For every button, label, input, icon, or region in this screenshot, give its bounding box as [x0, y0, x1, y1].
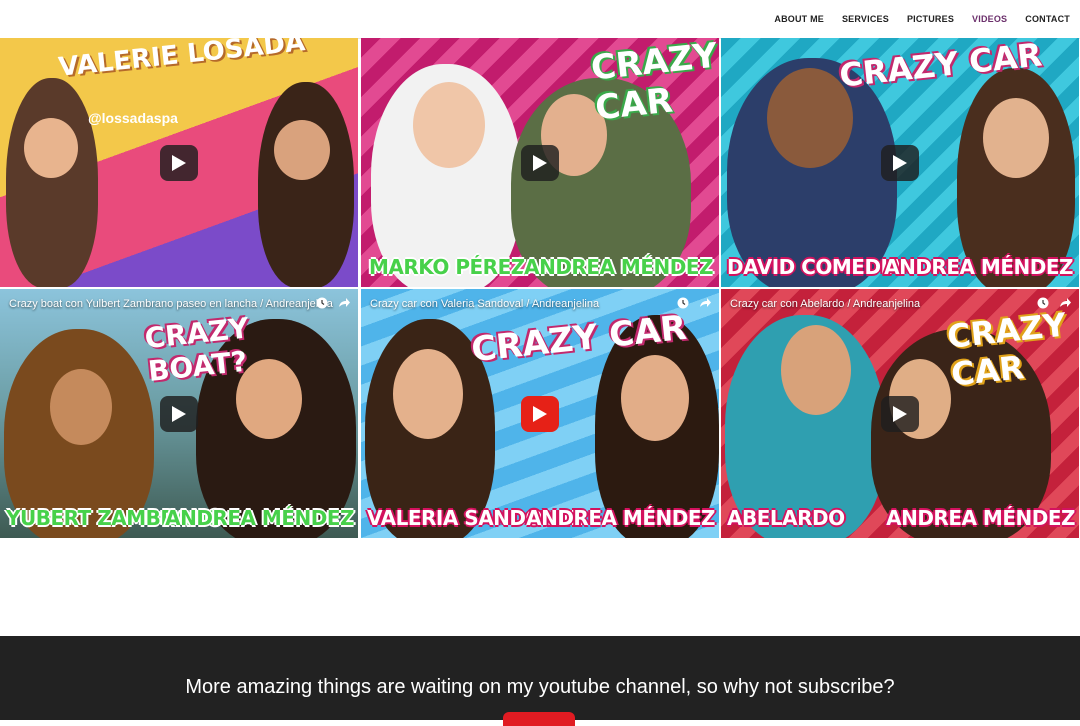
video-tile-abelardo[interactable]: Crazy car con Abelardo / Andreanjelina C… — [721, 289, 1079, 538]
nav-videos[interactable]: VIDEOS — [972, 14, 1007, 24]
guest-name: DAVID COMEDIA — [727, 255, 903, 279]
video-tile-valerie-losada[interactable]: VALERIE LOSADA @lossadaspa — [0, 38, 358, 287]
host-name: ANDREA MÉNDEZ — [886, 506, 1075, 530]
person-left — [725, 315, 885, 538]
play-button[interactable] — [881, 395, 919, 432]
person-left — [6, 78, 98, 287]
video-tile-david-comedia[interactable]: CRAZY CAR DAVID COMEDIA ANDREA MÉNDEZ — [721, 38, 1079, 287]
instagram-handle: @lossadaspa — [88, 110, 178, 126]
play-icon — [893, 405, 907, 422]
video-tile-valeria-sandoval[interactable]: Crazy car con Valeria Sandoval / Andrean… — [361, 289, 719, 538]
nav-links: ABOUT ME SERVICES PICTURES VIDEOS CONTAC… — [774, 0, 1070, 38]
share-icon[interactable] — [699, 297, 711, 309]
play-icon — [893, 154, 907, 171]
play-icon — [533, 154, 547, 171]
nav-pictures[interactable]: PICTURES — [907, 14, 954, 24]
guest-name: ABELARDO — [727, 506, 845, 530]
nav-contact[interactable]: CONTACT — [1025, 14, 1070, 24]
crazy-car-logo: CRAZY CAR — [589, 38, 719, 129]
play-icon — [172, 405, 186, 422]
person-left — [727, 58, 897, 287]
host-name: ANDREA MÉNDEZ — [884, 255, 1073, 279]
video-tile-marko-perez[interactable]: CRAZY CAR MARKO PÉREZ ANDREA MÉNDEZ — [361, 38, 719, 287]
video-grid: VALERIE LOSADA @lossadaspa CRAZY CAR MAR… — [0, 38, 1080, 558]
subscribe-section: More amazing things are waiting on my yo… — [0, 636, 1080, 720]
person-left — [371, 64, 521, 287]
person-right — [258, 82, 354, 287]
guest-name: MARKO PÉREZ — [369, 255, 525, 279]
crazy-car-logo: CRAZY CAR — [945, 305, 1068, 394]
host-name: ANDREA MÉNDEZ — [524, 255, 713, 279]
nav-services[interactable]: SERVICES — [842, 14, 889, 24]
youtube-play-icon — [533, 405, 547, 422]
nav-about-me[interactable]: ABOUT ME — [774, 14, 824, 24]
play-button[interactable] — [881, 144, 919, 181]
host-name: ANDREA MÉNDEZ — [526, 506, 715, 530]
youtube-play-button[interactable] — [521, 395, 559, 432]
top-navigation: ABOUT ME SERVICES PICTURES VIDEOS CONTAC… — [0, 0, 1080, 39]
play-button[interactable] — [160, 144, 198, 181]
play-button[interactable] — [521, 144, 559, 181]
play-button[interactable] — [160, 395, 198, 432]
subscribe-button[interactable] — [503, 712, 575, 726]
play-icon — [172, 154, 186, 171]
subscribe-message: More amazing things are waiting on my yo… — [185, 676, 895, 698]
video-tile-yubert-zambrano[interactable]: Crazy boat con Yulbert Zambrano paseo en… — [0, 289, 358, 538]
host-name: ANDREA MÉNDEZ — [165, 506, 354, 530]
